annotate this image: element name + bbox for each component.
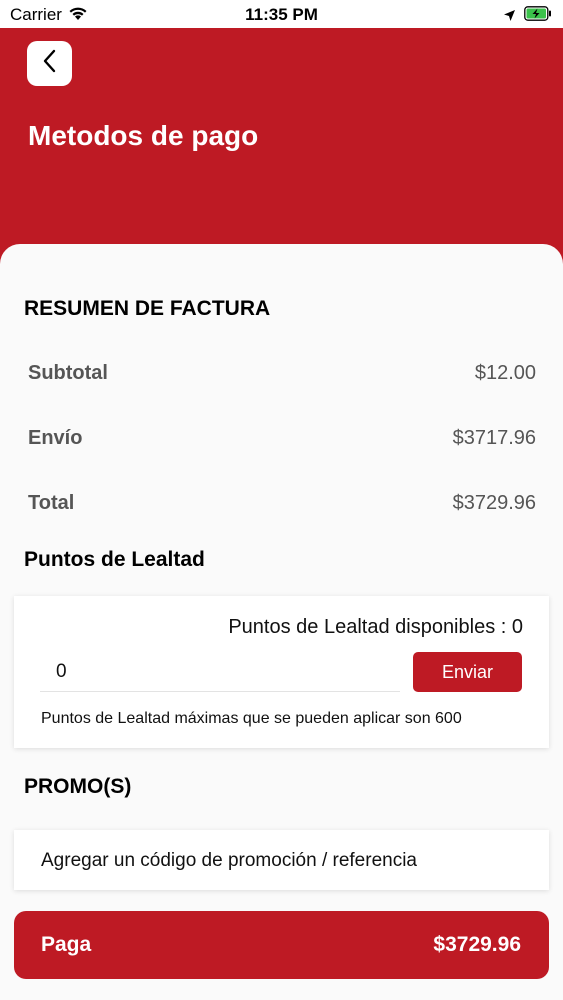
loyalty-points-title: Puntos de Lealtad: [24, 548, 205, 571]
subtotal-value: $12.00: [474, 362, 536, 384]
shipping-label: Envío: [28, 427, 83, 449]
battery-charging-icon: [524, 6, 552, 26]
shipping-value: $3717.96: [452, 427, 536, 449]
subtotal-row: Subtotal $12.00: [28, 362, 536, 385]
add-promo-code-label: Agregar un código de promoción / referen…: [41, 850, 418, 871]
loyalty-max-note: Puntos de Lealtad máximas que se pueden …: [41, 710, 462, 727]
loyalty-points-card: Puntos de Lealtad disponibles : 0 Enviar…: [14, 596, 549, 748]
promo-title: PROMO(S): [24, 775, 132, 798]
total-row: Total $3729.96: [28, 492, 536, 515]
status-bar: Carrier 11:35 PM: [0, 0, 563, 28]
pay-button[interactable]: Paga $3729.96: [14, 911, 549, 979]
total-label: Total: [28, 492, 75, 514]
loyalty-points-input[interactable]: [40, 652, 400, 692]
subtotal-label: Subtotal: [28, 362, 108, 384]
chevron-left-icon: [42, 48, 58, 79]
clock: 11:35 PM: [245, 5, 318, 24]
shipping-row: Envío $3717.96: [28, 427, 536, 450]
loyalty-available-text: Puntos de Lealtad disponibles : 0: [228, 616, 523, 638]
pay-amount: $3729.96: [433, 933, 521, 956]
location-arrow-icon: [503, 7, 516, 27]
pay-label: Paga: [41, 933, 92, 956]
back-button[interactable]: [27, 41, 72, 86]
total-value: $3729.96: [452, 492, 536, 514]
page-title: Metodos de pago: [28, 120, 259, 151]
send-points-button[interactable]: Enviar: [413, 652, 522, 692]
add-promo-code-button[interactable]: Agregar un código de promoción / referen…: [14, 830, 549, 890]
invoice-summary-title: RESUMEN DE FACTURA: [24, 297, 271, 320]
